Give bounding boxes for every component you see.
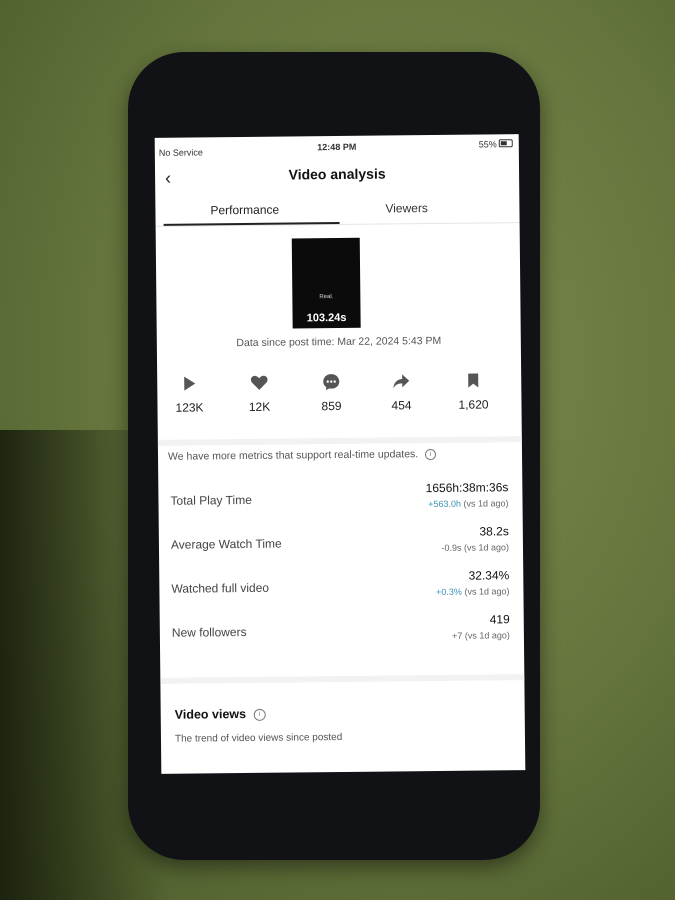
metric-label: New followers (171, 624, 247, 640)
battery-icon (498, 139, 513, 148)
delta-suffix: (vs 1d ago) (460, 498, 509, 509)
delta-amount: +563.0h (428, 498, 462, 510)
metric-delta: +563.0h (vs 1d ago) (428, 498, 508, 509)
metric-watched-full-video: Watched full video 32.34% +0.3% (vs 1d a… (159, 564, 523, 612)
metrics-list: Total Play Time 1656h:38m:36s +563.0h (v… (158, 476, 522, 641)
video-duration: 103.24s (306, 311, 347, 325)
realtime-note-text: We have more metrics that support real-t… (167, 448, 419, 463)
delta-suffix: (vs 1d ago) (461, 586, 510, 597)
metric-value: 1656h:38m:36s (425, 480, 509, 496)
metric-delta: +7 (vs 1d ago) (452, 630, 510, 641)
tab-viewers[interactable]: Viewers (385, 201, 428, 215)
delta-amount: +0.3% (436, 586, 462, 598)
play-icon (161, 372, 217, 395)
delta-suffix: (vs 1d ago) (462, 630, 510, 641)
status-time: 12:48 PM (317, 141, 357, 153)
info-icon[interactable]: i (253, 708, 266, 721)
metric-label: Average Watch Time (170, 536, 282, 552)
tab-performance[interactable]: Performance (210, 203, 279, 218)
share-icon (373, 370, 429, 393)
metric-average-watch-time: Average Watch Time 38.2s -0.9s (vs 1d ag… (159, 520, 523, 568)
bookmark-icon (445, 369, 501, 392)
delta-amount: -0.9s (441, 542, 462, 553)
stat-shares: 454 (373, 370, 429, 413)
stat-value: 12K (248, 399, 271, 414)
heart-icon (231, 372, 287, 395)
battery-percent: 55% (478, 139, 497, 150)
data-since-text: Data since post time: Mar 22, 2024 5:43 … (236, 334, 442, 350)
metric-label: Total Play Time (170, 492, 252, 508)
page-title: Video analysis (288, 165, 386, 183)
engagement-stats: 123K 12K 859 454 1,620 (157, 369, 522, 433)
metric-value: 38.2s (479, 524, 509, 539)
info-icon[interactable]: i (425, 448, 437, 460)
video-thumbnail[interactable]: Real. 103.24s (291, 237, 361, 329)
app-screen: No Service 12:48 PM 55% ‹ Video analysis… (154, 134, 526, 774)
delta-suffix: (vs 1d ago) (461, 542, 510, 553)
section-divider (157, 436, 522, 446)
stat-plays: 123K (161, 372, 217, 415)
metric-value: 419 (489, 612, 510, 627)
thumbnail-text: Real. (319, 294, 334, 301)
metric-delta: -0.9s (vs 1d ago) (441, 542, 509, 553)
video-views-subtitle: The trend of video views since posted (174, 731, 343, 745)
stat-value: 123K (175, 400, 204, 415)
stat-saves: 1,620 (445, 369, 501, 412)
video-views-label: Video views (174, 706, 247, 722)
metric-value: 32.34% (468, 568, 510, 583)
video-views-title: Video views i (175, 707, 266, 722)
comment-icon (303, 371, 359, 394)
stat-value: 859 (321, 398, 342, 414)
stat-comments: 859 (303, 371, 359, 414)
metric-new-followers: New followers 419 +7 (vs 1d ago) (160, 608, 524, 656)
status-bar: No Service 12:48 PM 55% (155, 134, 519, 158)
tab-bar: Performance Viewers (155, 192, 520, 227)
realtime-note: We have more metrics that support real-t… (167, 448, 437, 463)
stat-value: 454 (391, 398, 412, 413)
section-divider (160, 674, 525, 684)
metric-total-play-time: Total Play Time 1656h:38m:36s +563.0h (v… (158, 476, 522, 524)
header: ‹ Video analysis (155, 158, 519, 190)
metric-delta: +0.3% (vs 1d ago) (436, 586, 509, 597)
stat-value: 1,620 (458, 397, 489, 412)
metric-label: Watched full video (171, 580, 270, 596)
active-tab-indicator (163, 221, 340, 226)
stat-likes: 12K (231, 372, 287, 415)
